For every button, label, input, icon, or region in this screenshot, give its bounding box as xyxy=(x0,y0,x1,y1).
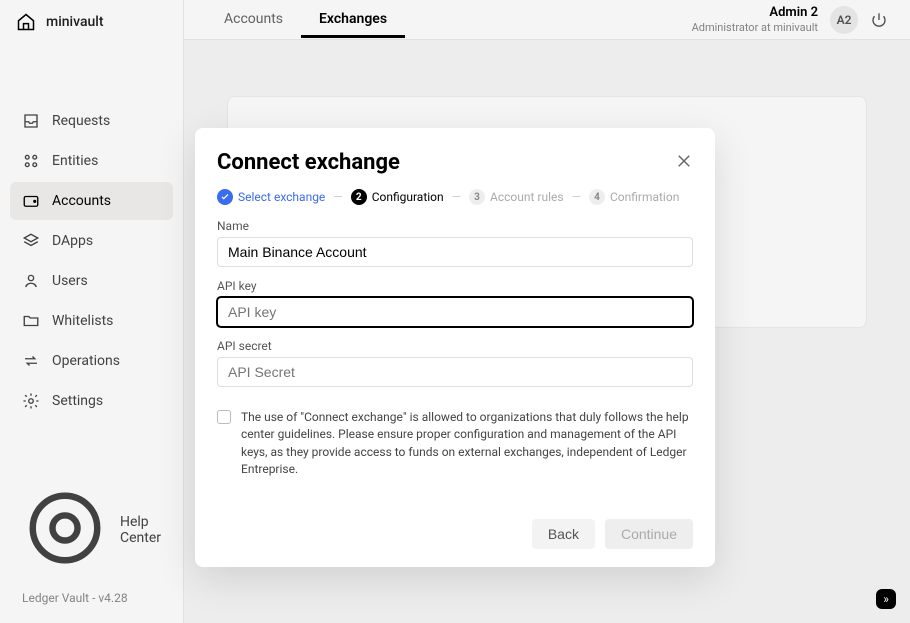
api-key-input[interactable] xyxy=(217,297,693,327)
field-name: Name xyxy=(217,219,693,267)
consent-text: The use of "Connect exchange" is allowed… xyxy=(241,409,693,479)
close-icon[interactable] xyxy=(675,152,693,174)
step-bubble: 3 xyxy=(469,189,485,205)
field-api-key: API key xyxy=(217,279,693,327)
step-sep: — xyxy=(333,190,342,204)
consent-row: The use of "Connect exchange" is allowed… xyxy=(217,409,693,479)
modal-overlay: Connect exchange Select exchange — 2 Con… xyxy=(0,0,910,623)
step-label: Account rules xyxy=(490,190,564,204)
consent-checkbox[interactable] xyxy=(217,410,231,424)
step-confirmation: 4 Confirmation xyxy=(589,189,679,205)
step-sep: — xyxy=(572,190,581,204)
name-input[interactable] xyxy=(217,237,693,267)
api-secret-label: API secret xyxy=(217,339,693,353)
step-label: Select exchange xyxy=(238,190,325,204)
step-bubble: 2 xyxy=(351,189,367,205)
name-label: Name xyxy=(217,219,693,233)
step-sep: — xyxy=(452,190,461,204)
check-icon xyxy=(217,189,233,205)
continue-button[interactable]: Continue xyxy=(605,519,693,549)
modal-actions: Back Continue xyxy=(217,519,693,549)
step-configuration: 2 Configuration xyxy=(351,189,444,205)
step-account-rules: 3 Account rules xyxy=(469,189,564,205)
modal-header: Connect exchange xyxy=(217,150,693,175)
step-bubble: 4 xyxy=(589,189,605,205)
api-key-label: API key xyxy=(217,279,693,293)
step-label: Confirmation xyxy=(610,190,679,204)
modal-form: Name API key API secret The use of "Conn… xyxy=(217,219,693,479)
field-api-secret: API secret xyxy=(217,339,693,387)
modal-title: Connect exchange xyxy=(217,150,400,175)
api-secret-input[interactable] xyxy=(217,357,693,387)
step-label: Configuration xyxy=(372,190,444,204)
step-select-exchange[interactable]: Select exchange xyxy=(217,189,325,205)
connect-exchange-modal: Connect exchange Select exchange — 2 Con… xyxy=(195,128,715,567)
stepper: Select exchange — 2 Configuration — 3 Ac… xyxy=(217,189,693,205)
back-button[interactable]: Back xyxy=(532,519,595,549)
